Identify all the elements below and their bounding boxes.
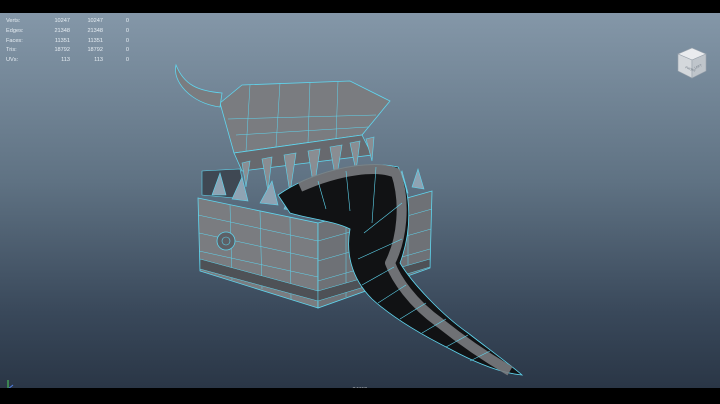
hud-value: 18792 xyxy=(54,47,70,54)
hud-value: 113 xyxy=(61,57,70,64)
hud-value: 21348 xyxy=(87,27,103,34)
hud-value: 10247 xyxy=(87,18,103,24)
hud-row-tris: Tris: 18792 18792 0 xyxy=(6,46,129,56)
hud-row-uvs: UVs: 113 113 0 xyxy=(6,56,129,66)
hud-label: Tris: xyxy=(6,47,17,54)
view-cube-icon[interactable]: FRONT LEFT xyxy=(676,46,708,80)
hud-row-verts: Verts: 10247 10247 0 xyxy=(6,17,129,27)
hud-value: 0 xyxy=(125,47,129,54)
hud-label: Edges: xyxy=(6,27,24,34)
hud-value: 11351 xyxy=(54,37,70,44)
hud-value: 11351 xyxy=(87,37,103,44)
hud-value: 21348 xyxy=(54,27,70,34)
hud-value: 0 xyxy=(125,57,129,64)
hud-label: Verts: xyxy=(6,18,21,24)
hud-label: UVs: xyxy=(6,57,19,64)
hud-row-faces: Faces: 11351 11351 0 xyxy=(6,37,129,47)
hud-value: 113 xyxy=(94,57,103,64)
hud-value: 0 xyxy=(125,37,129,44)
letterbox-bottom xyxy=(0,388,720,404)
viewport-canvas[interactable]: Verts: 10247 10247 0 Edges: 21348 21348 … xyxy=(0,13,720,393)
mimic-chest-mesh[interactable] xyxy=(150,63,540,383)
maya-viewport[interactable]: Verts: 10247 10247 0 Edges: 21348 21348 … xyxy=(0,0,720,404)
letterbox-top xyxy=(0,0,720,13)
hud-value: 0 xyxy=(125,27,129,34)
hud-value: 10247 xyxy=(54,18,70,24)
hud-value: 0 xyxy=(125,18,129,24)
hud-value: 18792 xyxy=(87,47,103,54)
poly-count-hud: Verts: 10247 10247 0 Edges: 21348 21348 … xyxy=(6,17,129,66)
hud-label: Faces: xyxy=(6,37,23,44)
hud-row-edges: Edges: 21348 21348 0 xyxy=(6,27,129,37)
